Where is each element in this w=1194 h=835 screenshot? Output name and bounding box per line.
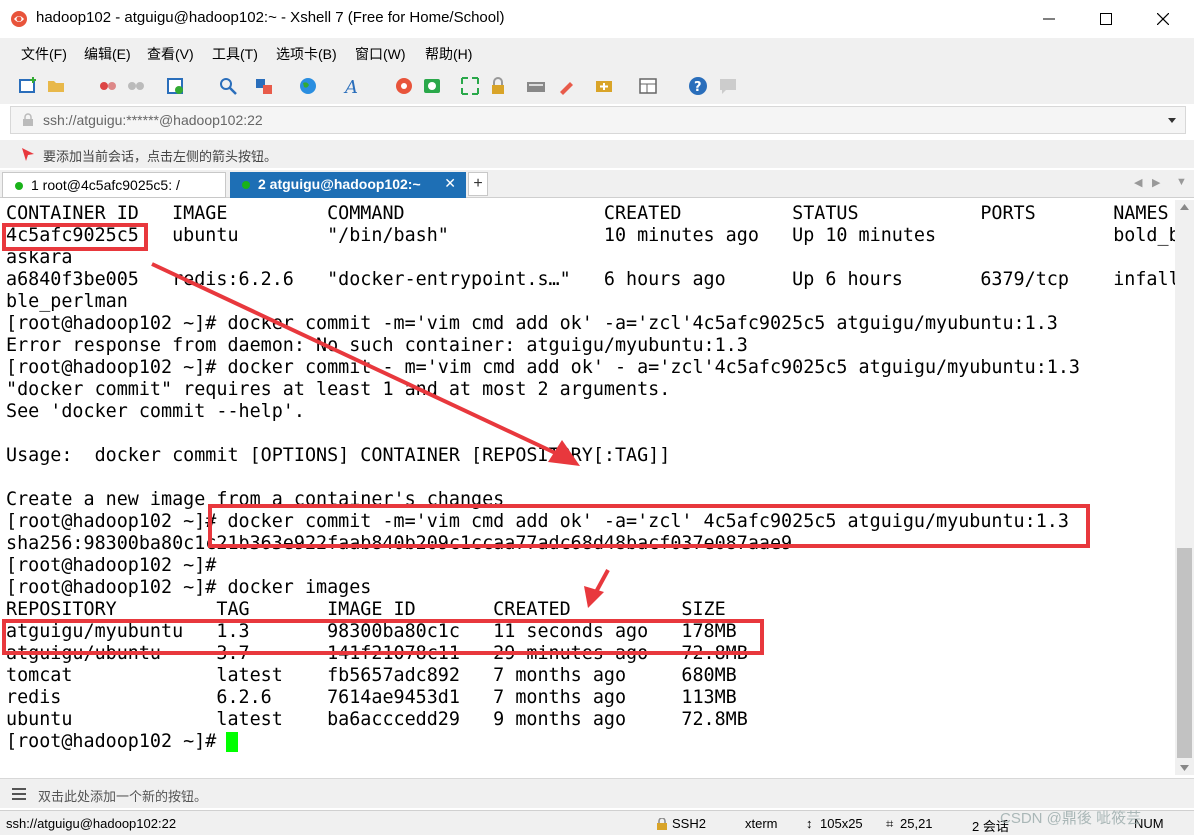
connected-dot-icon [242,181,250,189]
tab-session-1[interactable]: 1 root@4c5afc9025c5: / [2,172,226,198]
scroll-down-icon[interactable] [1180,765,1189,771]
terminal-line: REPOSITORY TAG IMAGE ID CREATED SIZE [6,599,726,620]
address-bar[interactable]: ssh://atguigu:******@hadoop102:22 [10,106,1186,134]
help-icon[interactable]: ? [688,76,708,96]
menu-view[interactable]: 查看(V) [147,44,194,64]
connected-dot-icon [15,182,23,190]
status-connection: ssh://atguigu@hadoop102:22 [6,816,177,831]
tab-menu-icon[interactable]: ▼ [1176,176,1187,188]
xftp-icon[interactable] [422,76,442,96]
size-icon: ↕ [806,816,813,831]
menu-tools[interactable]: 工具(T) [212,44,258,64]
terminal-line: [root@hadoop102 ~]# [6,555,217,576]
toolbar: A ? [0,68,1194,104]
transfer-icon[interactable] [254,76,274,96]
window-title: hadoop102 - atguigu@hadoop102:~ - Xshell… [36,9,505,26]
tab-bar: 1 root@4c5afc9025c5: / 2 atguigu@hadoop1… [0,170,1194,198]
open-folder-icon[interactable] [46,76,66,96]
properties-icon[interactable] [165,76,185,96]
quick-button-bar[interactable]: 双击此处添加一个新的按钮。 [0,778,1194,808]
menu-lines-icon[interactable] [12,788,26,800]
title-bar: hadoop102 - atguigu@hadoop102:~ - Xshell… [0,0,1194,38]
terminal-line: Usage: docker commit [OPTIONS] CONTAINER… [6,445,671,466]
terminal-cursor [226,732,238,752]
add-tab-button[interactable]: + [468,172,488,196]
xshell-icon[interactable] [394,76,414,96]
terminal-line: [root@hadoop102 ~]# docker commit - m='v… [6,357,1080,378]
terminal-line: Error response from daemon: No such cont… [6,335,748,356]
keyboard-icon[interactable] [526,76,546,96]
close-button[interactable] [1134,0,1192,38]
menu-help[interactable]: 帮助(H) [425,44,472,64]
commit-command-highlight [208,504,1090,548]
maximize-button[interactable] [1077,0,1135,38]
status-size: 105x25 [820,816,863,831]
terminal-line: CONTAINER ID IMAGE COMMAND CREATED STATU… [6,203,1169,224]
menu-edit[interactable]: 编辑(E) [84,44,131,64]
tab-label: 1 root@4c5afc9025c5: / [31,177,180,193]
chat-icon[interactable] [718,76,738,96]
lock-address-icon [23,113,33,126]
terminal-line: tomcat latest fb5657adc892 7 months ago … [6,665,737,686]
globe-icon[interactable] [298,76,318,96]
add-session-arrow-icon[interactable] [20,146,36,162]
session-hint-bar: 要添加当前会话，点击左侧的箭头按钮。 [0,140,1194,168]
status-terminal-type: xterm [745,816,778,831]
minimize-icon [1043,18,1055,20]
watermark: CSDN @鼎後 呲筱芸 [1000,810,1142,827]
maximize-icon [1100,13,1112,25]
container-id-highlight [2,223,148,251]
find-icon[interactable] [218,76,238,96]
chevron-down-icon[interactable] [1167,117,1177,125]
fullscreen-icon[interactable] [460,76,480,96]
quick-button-hint: 双击此处添加一个新的按钮。 [38,789,208,804]
tab-label: 2 atguigu@hadoop102:~ [258,176,421,192]
menu-bar: 文件(F) 编辑(E) 查看(V) 工具(T) 选项卡(B) 窗口(W) 帮助(… [0,38,1194,68]
terminal-line: ble_perlman [6,291,128,312]
font-icon[interactable]: A [343,76,363,96]
status-protocol: SSH2 [672,816,706,831]
session-hint-text: 要添加当前会话，点击左侧的箭头按钮。 [43,149,278,164]
tab-prev-icon[interactable]: ◀ [1134,176,1142,189]
menu-window[interactable]: 窗口(W) [355,44,406,64]
highlight-icon[interactable] [556,76,576,96]
terminal-line: See 'docker commit --help'. [6,401,305,422]
tab-session-2[interactable]: 2 atguigu@hadoop102:~ ✕ [230,172,466,198]
cursor-position-icon: ⌗ [886,816,894,831]
svg-text:?: ? [694,80,702,95]
terminal-line: a6840f3be005 redis:6.2.6 "docker-entrypo… [6,269,1175,290]
new-image-highlight [2,619,764,655]
terminal-line: [root@hadoop102 ~]# [6,731,228,752]
scroll-thumb[interactable] [1177,548,1192,758]
terminal-line: redis 6.2.6 7614ae9453d1 7 months ago 11… [6,687,737,708]
status-bar: ssh://atguigu@hadoop102:22 SSH2 xterm ↕ … [0,810,1194,835]
terminal-line: [root@hadoop102 ~]# docker commit -m='vi… [6,313,1058,334]
reconnect-icon[interactable] [126,76,146,96]
menu-file[interactable]: 文件(F) [21,44,67,64]
menu-tabs[interactable]: 选项卡(B) [276,44,337,64]
terminal-line: ubuntu latest ba6acccedd29 9 months ago … [6,709,748,730]
terminal-line: "docker commit" requires at least 1 and … [6,379,671,400]
close-icon [1157,13,1169,25]
new-session-icon[interactable] [18,76,38,96]
lock-icon[interactable] [488,76,508,96]
terminal-line: [root@hadoop102 ~]# docker images [6,577,372,598]
tab-next-icon[interactable]: ▶ [1152,176,1160,189]
status-cursor-position: 25,21 [900,816,933,831]
close-tab-icon[interactable]: ✕ [444,175,456,192]
xshell-logo-icon [11,11,27,27]
disconnect-icon[interactable] [98,76,118,96]
svg-text:A: A [343,77,358,96]
terminal-line: 4c5afc9025c5 ubuntu "/bin/bash" 10 minut… [6,225,1175,246]
scroll-up-icon[interactable] [1180,204,1189,210]
address-input[interactable]: ssh://atguigu:******@hadoop102:22 [43,112,263,128]
layout-icon[interactable] [638,76,658,96]
ssh-lock-icon [657,818,667,830]
add-button-icon[interactable] [594,76,614,96]
terminal-output[interactable]: CONTAINER ID IMAGE COMMAND CREATED STATU… [0,200,1175,775]
minimize-button[interactable] [1020,0,1078,38]
